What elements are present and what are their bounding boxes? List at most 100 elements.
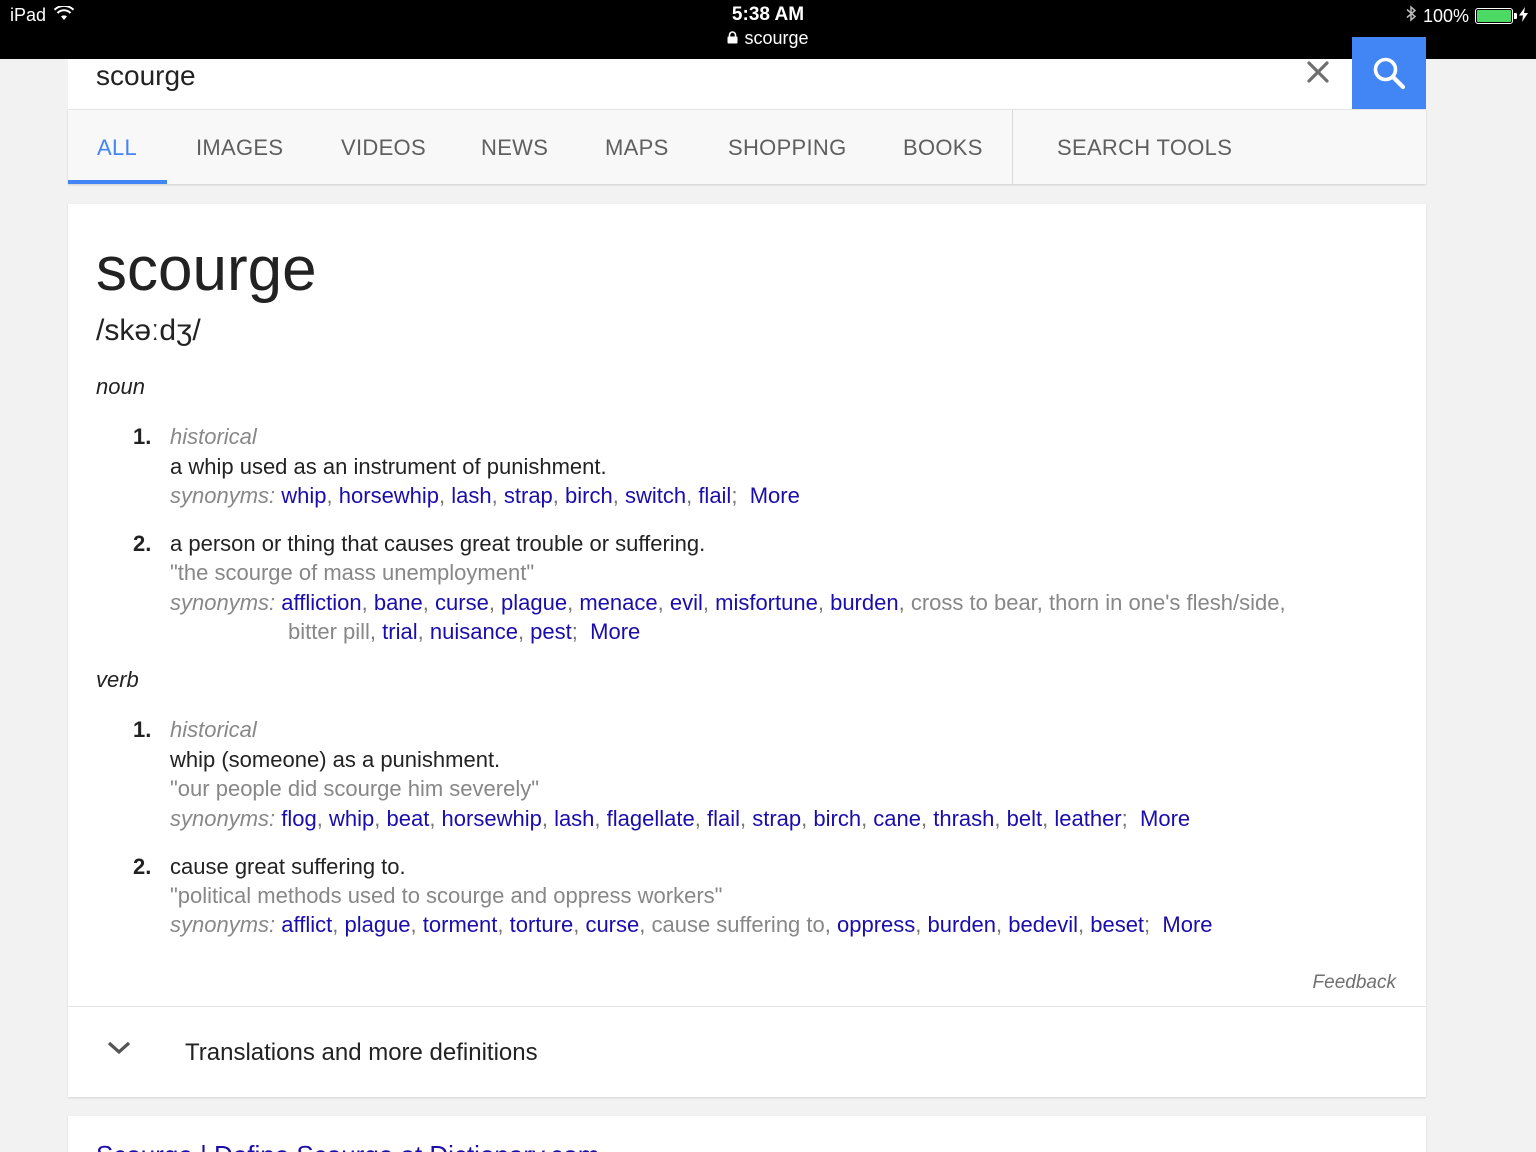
synonym-link[interactable]: oppress bbox=[837, 912, 915, 937]
synonym-plain: cross to bear, thorn in one's flesh/side… bbox=[910, 590, 1286, 615]
tab-all[interactable]: ALL bbox=[97, 110, 137, 185]
sense-number: 1. bbox=[133, 717, 152, 742]
synonyms-row: synonyms: whip, horsewhip, lash, strap, … bbox=[170, 483, 800, 508]
active-tab-indicator bbox=[68, 180, 167, 184]
synonym-link[interactable]: birch bbox=[813, 806, 861, 831]
tab-search-tools[interactable]: SEARCH TOOLS bbox=[1057, 110, 1232, 185]
synonym-link[interactable]: plague bbox=[501, 590, 567, 615]
synonym-link[interactable]: horsewhip bbox=[442, 806, 542, 831]
synonym-plain: cause suffering to bbox=[651, 912, 825, 937]
synonym-link[interactable]: torture bbox=[510, 912, 574, 937]
synonym-link[interactable]: evil bbox=[670, 590, 703, 615]
sense-label: historical bbox=[170, 424, 257, 449]
sense-label: historical bbox=[170, 717, 257, 742]
synonym-link[interactable]: afflict bbox=[281, 912, 332, 937]
dictionary-card: scourge /skəːdʒ/ noun 1. historical a wh… bbox=[68, 204, 1426, 1097]
part-of-speech-verb: verb bbox=[96, 667, 139, 692]
phonetic: /skəːdʒ/ bbox=[96, 314, 201, 347]
synonym-link[interactable]: strap bbox=[752, 806, 801, 831]
search-input[interactable]: scourge bbox=[96, 59, 196, 93]
synonym-link[interactable]: nuisance bbox=[430, 619, 518, 644]
battery-icon bbox=[1475, 8, 1517, 24]
synonym-link[interactable]: plague bbox=[344, 912, 410, 937]
sense-number: 2. bbox=[133, 854, 152, 879]
translations-expander[interactable]: Translations and more definitions bbox=[68, 1007, 1426, 1097]
headword: scourge bbox=[96, 235, 317, 304]
synonym-link[interactable]: birch bbox=[565, 483, 613, 508]
synonym-link[interactable]: burden bbox=[928, 912, 997, 937]
bluetooth-icon bbox=[1405, 5, 1417, 27]
close-icon bbox=[1307, 60, 1329, 88]
synonym-link[interactable]: misfortune bbox=[715, 590, 818, 615]
synonyms-row: synonyms: affliction, bane, curse, plagu… bbox=[170, 590, 1286, 615]
synonym-link[interactable]: flog bbox=[281, 806, 316, 831]
synonym-link[interactable]: horsewhip bbox=[339, 483, 439, 508]
synonym-link[interactable]: lash bbox=[554, 806, 594, 831]
more-link[interactable]: More bbox=[1162, 912, 1212, 937]
sense-definition: whip (someone) as a punishment. bbox=[170, 747, 501, 772]
sense-definition: cause great suffering to. bbox=[170, 854, 406, 879]
synonym-link[interactable]: flagellate bbox=[607, 806, 695, 831]
tab-books[interactable]: BOOKS bbox=[903, 110, 983, 185]
synonym-link[interactable]: bane bbox=[374, 590, 423, 615]
sense-definition: a whip used as an instrument of punishme… bbox=[170, 454, 607, 479]
synonym-link[interactable]: lash bbox=[451, 483, 491, 508]
sense-definition: a person or thing that causes great trou… bbox=[170, 531, 706, 556]
synonyms-label: synonyms: bbox=[170, 806, 276, 831]
tab-maps[interactable]: MAPS bbox=[605, 110, 669, 185]
synonym-link[interactable]: thrash bbox=[933, 806, 994, 831]
feedback-link[interactable]: Feedback bbox=[1313, 972, 1396, 994]
url-text: scourge bbox=[744, 28, 809, 48]
synonym-link[interactable]: burden bbox=[830, 590, 899, 615]
search-icon bbox=[1372, 56, 1406, 95]
clock: 5:38 AM bbox=[731, 4, 805, 25]
battery-percent: 100% bbox=[1422, 5, 1469, 26]
search-box: scourge bbox=[68, 37, 1426, 109]
address-bar[interactable]: scourge bbox=[727, 26, 809, 50]
synonym-link[interactable]: flail bbox=[698, 483, 731, 508]
synonym-link[interactable]: curse bbox=[435, 590, 489, 615]
synonyms-row: synonyms: flog, whip, beat, horsewhip, l… bbox=[170, 806, 1191, 831]
tab-images[interactable]: IMAGES bbox=[196, 110, 283, 185]
next-result-card: Scourge | Define Scourge at Dictionary.c… bbox=[68, 1116, 1426, 1152]
synonym-link[interactable]: belt bbox=[1007, 806, 1042, 831]
tab-news[interactable]: NEWS bbox=[481, 110, 548, 185]
result-title-link[interactable]: Scourge | Define Scourge at Dictionary.c… bbox=[96, 1140, 599, 1152]
chevron-down-icon bbox=[106, 1039, 132, 1062]
example-sentence: "political methods used to scourge and o… bbox=[170, 883, 723, 908]
more-link[interactable]: More bbox=[590, 619, 640, 644]
synonym-link[interactable]: cane bbox=[873, 806, 921, 831]
synonym-link[interactable]: whip bbox=[281, 483, 326, 508]
lock-icon bbox=[727, 26, 738, 50]
example-sentence: "the scourge of mass unemployment" bbox=[170, 560, 535, 585]
synonyms-row-continued: bitter pill, trial, nuisance, pest; More bbox=[288, 619, 641, 644]
synonym-link[interactable]: affliction bbox=[281, 590, 361, 615]
synonym-link[interactable]: beat bbox=[386, 806, 429, 831]
synonym-link[interactable]: beset bbox=[1090, 912, 1144, 937]
synonym-link[interactable]: trial bbox=[382, 619, 417, 644]
clear-button[interactable] bbox=[1298, 59, 1338, 89]
synonym-link[interactable]: whip bbox=[329, 806, 374, 831]
synonym-link[interactable]: bedevil bbox=[1008, 912, 1078, 937]
part-of-speech-noun: noun bbox=[96, 374, 145, 399]
synonym-link[interactable]: strap bbox=[504, 483, 553, 508]
translations-label: Translations and more definitions bbox=[185, 1039, 538, 1066]
search-button[interactable] bbox=[1352, 37, 1426, 109]
synonyms-label: synonyms: bbox=[170, 483, 276, 508]
tab-videos[interactable]: VIDEOS bbox=[341, 110, 426, 185]
tab-divider bbox=[1012, 110, 1013, 185]
synonyms-row: synonyms: afflict, plague, torment, tort… bbox=[170, 912, 1213, 937]
more-link[interactable]: More bbox=[1140, 806, 1190, 831]
charging-icon bbox=[1519, 6, 1528, 27]
synonyms-label: synonyms: bbox=[170, 912, 276, 937]
synonym-link[interactable]: torment bbox=[423, 912, 498, 937]
synonym-link[interactable]: menace bbox=[579, 590, 657, 615]
tab-shopping[interactable]: SHOPPING bbox=[728, 110, 847, 185]
synonym-link[interactable]: switch bbox=[625, 483, 686, 508]
search-tabs: ALL IMAGES VIDEOS NEWS MAPS SHOPPING BOO… bbox=[68, 109, 1426, 185]
synonym-link[interactable]: pest bbox=[530, 619, 572, 644]
synonym-link[interactable]: leather bbox=[1054, 806, 1121, 831]
more-link[interactable]: More bbox=[750, 483, 800, 508]
synonym-link[interactable]: flail bbox=[707, 806, 740, 831]
synonym-link[interactable]: curse bbox=[585, 912, 639, 937]
